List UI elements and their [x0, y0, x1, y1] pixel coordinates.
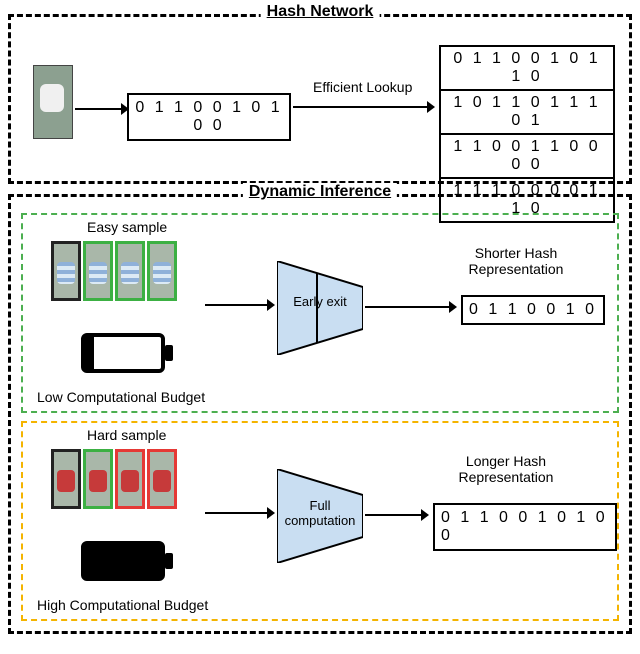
hard-panel: Hard sample High Computational Budget Fu…	[21, 421, 619, 621]
lookup-row: 1 0 1 1 0 1 1 1 0 1	[441, 91, 613, 135]
longer-hash-label: Longer Hash Representation	[431, 453, 581, 485]
query-hash-code: 0 1 1 0 0 1 0 1 0 0	[127, 93, 291, 141]
arrow-input-to-trap	[205, 513, 275, 514]
easy-sample-row	[51, 241, 177, 301]
hard-sample-label: Hard sample	[87, 427, 166, 443]
query-thumb	[51, 241, 81, 301]
efficient-lookup-label: Efficient Lookup	[313, 79, 412, 95]
longer-hash-code: 0 1 1 0 0 1 0 1 0 0	[433, 503, 617, 551]
positive-thumb	[83, 449, 113, 509]
easy-panel: Easy sample Low Computational Budget Ear…	[21, 213, 619, 413]
negative-thumb	[115, 449, 145, 509]
easy-sample-label: Easy sample	[87, 219, 167, 235]
positive-thumb	[115, 241, 145, 301]
dynamic-inference-panel: Dynamic Inference Easy sample Low Comput…	[8, 194, 632, 634]
hash-network-title: Hash Network	[261, 3, 380, 21]
high-budget-label: High Computational Budget	[37, 597, 208, 613]
arrow-hash-to-table	[293, 107, 429, 108]
hard-sample-row	[51, 449, 177, 509]
arrow-input-to-trap	[205, 305, 275, 306]
full-computation-label: Full computation	[275, 499, 365, 529]
positive-thumb	[83, 241, 113, 301]
negative-thumb	[147, 449, 177, 509]
arrow-trap-to-rep	[365, 307, 457, 308]
query-thumb	[51, 449, 81, 509]
lookup-row: 0 1 1 0 0 1 0 1 1 0	[441, 47, 613, 91]
early-exit-label: Early exit	[280, 295, 360, 310]
query-person-image	[33, 65, 73, 139]
dynamic-inference-title: Dynamic Inference	[243, 183, 397, 201]
lookup-row: 1 1 0 0 1 1 0 0 0 0	[441, 135, 613, 179]
hash-network-panel: Hash Network 0 1 1 0 0 1 0 1 0 0 Efficie…	[8, 14, 632, 184]
arrow-trap-to-rep	[365, 515, 429, 516]
battery-full-icon	[81, 541, 165, 581]
shorter-hash-code: 0 1 1 0 0 1 0	[461, 295, 605, 325]
battery-low-icon	[81, 333, 165, 373]
shorter-hash-label: Shorter Hash Representation	[441, 245, 591, 277]
arrow-person-to-hash	[75, 109, 129, 110]
positive-thumb	[147, 241, 177, 301]
low-budget-label: Low Computational Budget	[37, 389, 205, 405]
